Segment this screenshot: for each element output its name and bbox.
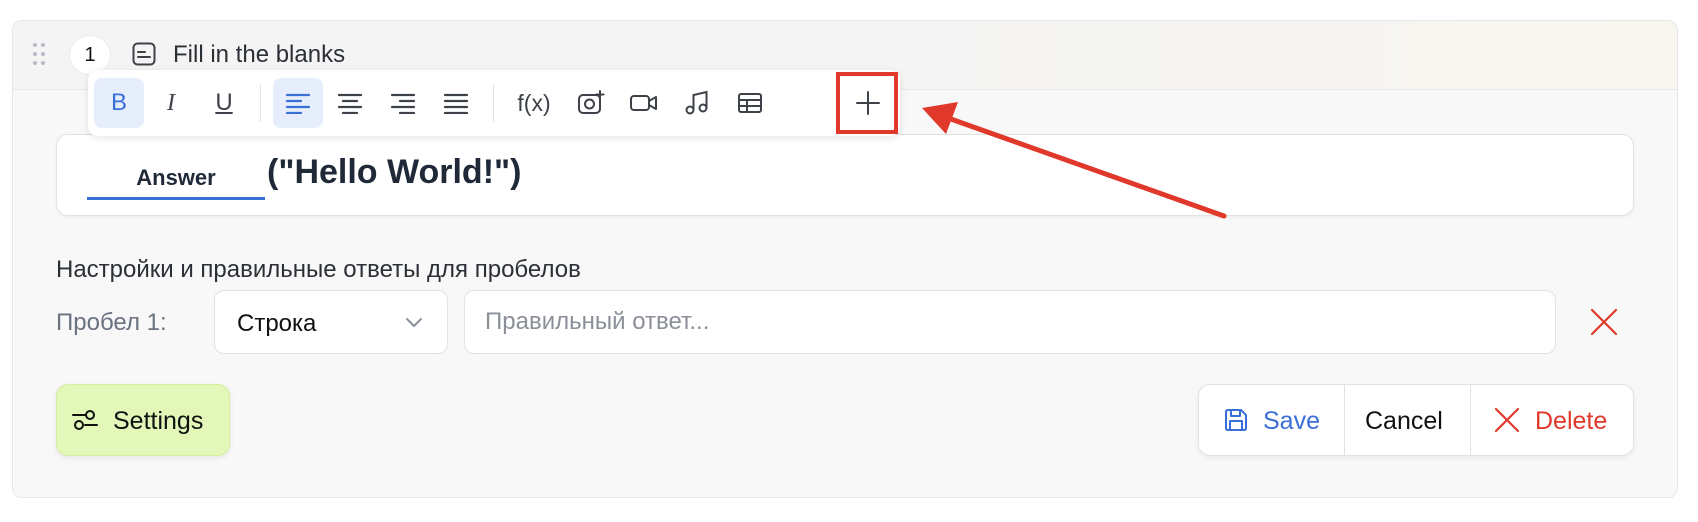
italic-button[interactable]: I — [146, 78, 196, 128]
settings-button[interactable]: Settings — [56, 384, 230, 456]
align-justify-button[interactable] — [431, 78, 481, 128]
sliders-icon — [72, 410, 98, 430]
remove-gap-icon[interactable] — [1588, 306, 1620, 338]
bold-label: B — [110, 89, 127, 116]
align-left-button[interactable] — [273, 78, 323, 128]
save-button[interactable]: Save — [1199, 385, 1344, 455]
blank-field[interactable]: Answer — [87, 161, 265, 200]
fill-blank-icon — [132, 42, 156, 66]
editor-text: ("Hello World!") — [267, 153, 522, 191]
gaps-section-title: Настройки и правильные ответы для пробел… — [56, 256, 581, 283]
settings-label: Settings — [113, 407, 204, 435]
toolbar-divider — [260, 84, 261, 122]
insert-blank-button[interactable] — [843, 78, 893, 128]
close-icon — [1494, 407, 1520, 433]
align-justify-icon — [443, 93, 469, 114]
add-image-icon — [578, 90, 605, 114]
table-button[interactable] — [725, 78, 775, 128]
table-icon — [738, 93, 762, 113]
formula-button[interactable]: f(x) — [506, 78, 562, 128]
italic-label: I — [167, 89, 175, 116]
save-label: Save — [1263, 407, 1320, 435]
toolbar-divider — [493, 84, 494, 122]
align-center-button[interactable] — [325, 78, 375, 128]
underline-button[interactable]: U — [199, 78, 249, 128]
formatting-toolbar: B I U f(x) — [88, 70, 900, 136]
drag-handle-icon[interactable] — [33, 43, 45, 65]
cancel-label: Cancel — [1365, 407, 1443, 435]
delete-button[interactable]: Delete — [1470, 385, 1634, 455]
gap-type-select[interactable]: Строка — [214, 290, 448, 354]
plus-icon — [856, 91, 880, 115]
audio-button[interactable] — [672, 78, 722, 128]
question-number: 1 — [69, 35, 111, 75]
chevron-down-icon — [406, 318, 422, 327]
add-image-button[interactable] — [566, 78, 616, 128]
cancel-button[interactable]: Cancel — [1344, 385, 1471, 455]
video-button[interactable] — [619, 78, 669, 128]
action-buttons: Save Cancel Delete — [1198, 384, 1634, 456]
align-center-icon — [337, 93, 363, 114]
video-icon — [630, 95, 657, 111]
underline-label: U — [215, 89, 233, 116]
formula-label: f(x) — [517, 89, 551, 116]
align-left-icon — [285, 93, 311, 114]
gap-type-value: Строка — [237, 310, 317, 337]
music-icon — [685, 90, 708, 115]
question-title: Fill in the blanks — [173, 41, 346, 68]
align-right-button[interactable] — [378, 78, 428, 128]
delete-label: Delete — [1535, 407, 1608, 435]
gap-label: Пробел 1: — [56, 309, 167, 336]
align-right-icon — [390, 93, 416, 114]
save-icon — [1225, 409, 1247, 431]
question-editor[interactable]: Answer ("Hello World!") — [56, 134, 1634, 216]
bold-button[interactable]: B — [94, 78, 144, 128]
correct-answer-input[interactable] — [464, 290, 1556, 354]
